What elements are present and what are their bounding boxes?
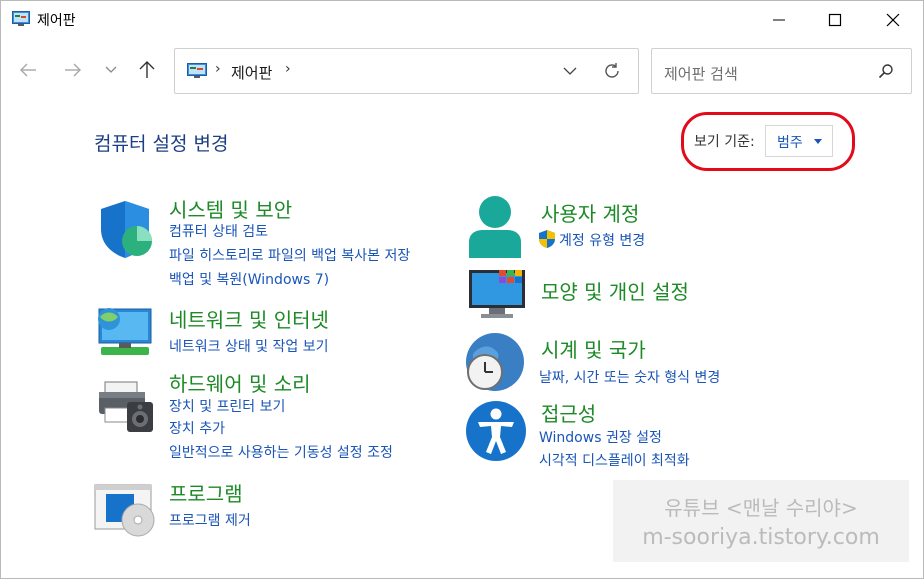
up-button[interactable] — [135, 58, 159, 82]
address-history-dropdown[interactable] — [558, 59, 582, 83]
category-title-hardware-sound[interactable]: 하드웨어 및 소리 — [169, 368, 311, 397]
forward-button[interactable] — [61, 58, 85, 82]
chevron-down-icon — [563, 67, 577, 75]
link-backup-restore[interactable]: 백업 및 복원(Windows 7) — [169, 269, 329, 289]
page-heading: 컴퓨터 설정 변경 — [94, 133, 229, 155]
category-title-appearance[interactable]: 모양 및 개인 설정 — [541, 276, 689, 305]
monitor-icon[interactable] — [467, 268, 527, 324]
link-network-status-tasks[interactable]: 네트워크 상태 및 작업 보기 — [169, 336, 328, 356]
address-bar[interactable]: › 제어판 › — [174, 48, 639, 94]
search-input[interactable]: 제어판 검색 — [664, 63, 738, 84]
control-panel-app-icon — [12, 11, 30, 27]
arrow-up-icon — [139, 61, 155, 78]
maximize-button[interactable] — [812, 1, 858, 39]
link-add-device[interactable]: 장치 추가 — [169, 418, 225, 438]
category-title-programs[interactable]: 프로그램 — [169, 478, 243, 507]
window-title: 제어판 — [37, 13, 76, 29]
link-optimize-visual-display[interactable]: 시각적 디스플레이 최적화 — [539, 450, 690, 470]
link-view-devices-printers[interactable]: 장치 및 프린터 보기 — [169, 396, 285, 416]
title-bar[interactable]: 제어판 — [1, 1, 923, 39]
arrow-right-icon — [65, 63, 81, 77]
refresh-icon — [605, 63, 619, 78]
category-title-user-accounts[interactable]: 사용자 계정 — [541, 198, 639, 227]
refresh-button[interactable] — [600, 59, 624, 83]
user-icon[interactable] — [467, 194, 523, 262]
programs-icon[interactable] — [94, 482, 156, 542]
minimize-button[interactable] — [756, 1, 802, 39]
category-title-system-security[interactable]: 시스템 및 보안 — [169, 194, 292, 223]
search-box[interactable]: 제어판 검색 — [651, 48, 912, 94]
control-panel-small-icon — [187, 63, 207, 79]
category-title-network-internet[interactable]: 네트워크 및 인터넷 — [169, 304, 329, 333]
link-change-date-time-format[interactable]: 날짜, 시간 또는 숫자 형식 변경 — [539, 367, 720, 387]
watermark: 유튜브 <맨날 수리야> m-sooriya.tistory.com — [613, 480, 909, 562]
watermark-line-2: m-sooriya.tistory.com — [642, 525, 880, 550]
link-change-account-type[interactable]: 계정 유형 변경 — [559, 230, 645, 250]
link-windows-recommended-settings[interactable]: Windows 권장 설정 — [539, 427, 662, 447]
breadcrumb-separator[interactable]: › — [285, 61, 291, 77]
back-button[interactable] — [16, 58, 40, 82]
link-review-computer-status[interactable]: 컴퓨터 상태 검토 — [169, 221, 268, 241]
category-title-ease-of-access[interactable]: 접근성 — [541, 398, 596, 427]
category-title-clock-region[interactable]: 시계 및 국가 — [541, 334, 646, 363]
chevron-down-icon — [105, 66, 117, 73]
control-panel-window: 제어판 › 제어판 › 제어판 검색 컴퓨터 설정 변경 보기 기준: 범주 시… — [0, 0, 924, 579]
link-uninstall-program[interactable]: 프로그램 제거 — [169, 510, 251, 530]
recent-locations-button[interactable] — [99, 58, 123, 82]
search-icon[interactable] — [876, 61, 896, 81]
link-file-history-backup[interactable]: 파일 히스토리로 파일의 백업 복사본 저장 — [169, 245, 410, 265]
network-icon[interactable] — [95, 303, 155, 365]
close-button[interactable] — [870, 1, 916, 39]
breadcrumb-control-panel[interactable]: 제어판 — [231, 62, 272, 83]
arrow-left-icon — [20, 63, 36, 77]
watermark-line-1: 유튜브 <맨날 수리야> — [664, 496, 858, 520]
shield-icon[interactable] — [97, 199, 153, 263]
highlight-annotation — [681, 112, 855, 171]
link-mobility-settings[interactable]: 일반적으로 사용하는 기동성 설정 조정 — [169, 442, 393, 462]
uac-shield-icon — [539, 230, 555, 252]
breadcrumb-separator: › — [215, 61, 221, 77]
clock-globe-icon[interactable] — [465, 332, 525, 396]
navigation-bar: › 제어판 › 제어판 검색 — [1, 45, 923, 95]
accessibility-icon[interactable] — [465, 400, 527, 466]
printer-speaker-icon[interactable] — [97, 380, 157, 438]
